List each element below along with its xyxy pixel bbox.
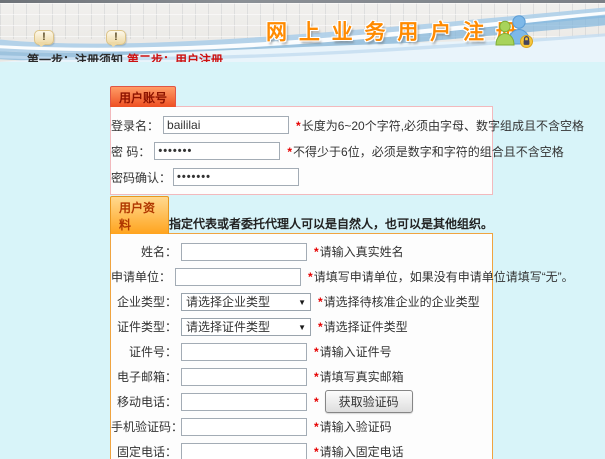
user-profile-panel: 姓名： *请输入真实姓名 申请单位： *请填写申请单位，如果没有申请单位请填写“… (110, 233, 493, 459)
required-star: * (318, 320, 323, 334)
sms-code-hint: *请输入验证码 (314, 418, 392, 435)
password-confirm-label: 密码确认： (111, 169, 169, 186)
landline-input[interactable] (181, 443, 307, 459)
hint-text: 请填写申请单位，如果没有申请单位请填写“无”。 (314, 270, 574, 284)
required-star: * (314, 445, 319, 459)
apply-unit-input[interactable] (175, 268, 301, 286)
alert-bubble-icon: ! (34, 30, 54, 45)
lock-badge-icon (521, 36, 533, 48)
name-hint: *请输入真实姓名 (314, 243, 404, 260)
name-input[interactable] (181, 243, 307, 261)
sms-code-row: 手机验证码： *请输入验证码 (111, 414, 492, 439)
step-1-registration-notice[interactable]: 第一步：注册须知 (27, 51, 123, 62)
certificate-number-input[interactable] (181, 343, 307, 361)
get-verification-code-button[interactable]: 获取验证码 (325, 390, 413, 413)
step-2-user-registration[interactable]: 第二步：用户注册 (127, 51, 223, 62)
enterprise-type-hint: *请选择待核准企业的企业类型 (318, 293, 480, 310)
certificate-type-row: 证件类型： 请选择证件类型 ▼ *请选择证件类型 (111, 314, 492, 339)
mobile-phone-row: 移动电话： * 获取验证码 (111, 389, 492, 414)
required-star: * (308, 270, 313, 284)
apply-unit-row: 申请单位： *请填写申请单位，如果没有申请单位请填写“无”。 (111, 264, 492, 289)
mobile-phone-input[interactable] (181, 393, 307, 411)
required-star: * (314, 420, 319, 434)
page-title: 网 上 业 务 用 户 注 册 (266, 16, 520, 46)
chevron-down-icon: ▼ (298, 298, 306, 308)
password-confirm-input[interactable] (173, 168, 299, 186)
enterprise-type-select[interactable]: 请选择企业类型 ▼ (181, 293, 311, 311)
required-star: * (314, 345, 319, 359)
password-row: 密 码： *不得少于6位，必须是数字和字符的组合且不含空格 (111, 138, 492, 164)
certificate-type-label: 证件类型： (111, 318, 177, 335)
required-star: * (314, 245, 319, 259)
certificate-type-select[interactable]: 请选择证件类型 ▼ (181, 318, 311, 336)
header: 网 上 业 务 用 户 注 册 ! ! 第一步：注册须知 第二步：用户注册 (0, 3, 605, 62)
required-star: * (296, 119, 301, 133)
login-name-label: 登录名： (111, 117, 159, 134)
name-label: 姓名： (111, 243, 177, 260)
required-star: * (318, 295, 323, 309)
profile-section-note: 指定代表或者委托代理人可以是自然人，也可以是其他组织。 (169, 215, 493, 234)
user-account-section: 用户账号 登录名： *长度为6~20个字符,必须由字母、数字组成且不含空格 密 … (110, 86, 493, 195)
hint-text: 请输入验证码 (320, 420, 392, 434)
enterprise-type-row: 企业类型： 请选择企业类型 ▼ *请选择待核准企业的企业类型 (111, 289, 492, 314)
required-star: * (314, 370, 319, 384)
select-value: 请选择企业类型 (186, 293, 270, 310)
sms-code-input[interactable] (181, 418, 307, 436)
hint-text: 不得少于6位，必须是数字和字符的组合且不含空格 (293, 145, 564, 159)
tab-user-account: 用户账号 (110, 86, 176, 107)
certificate-number-hint: *请输入证件号 (314, 343, 392, 360)
user-profile-section: 用户资料 指定代表或者委托代理人可以是自然人，也可以是其他组织。 姓名： *请输… (110, 196, 493, 459)
email-row: 电子邮箱： *请填写真实邮箱 (111, 364, 492, 389)
sms-code-label: 手机验证码： (111, 418, 177, 435)
chevron-down-icon: ▼ (298, 323, 306, 333)
user-account-panel: 登录名： *长度为6~20个字符,必须由字母、数字组成且不含空格 密 码： *不… (110, 106, 493, 195)
landline-row: 固定电话： *请输入固定电话 (111, 439, 492, 459)
email-hint: *请填写真实邮箱 (314, 368, 404, 385)
email-label: 电子邮箱： (111, 368, 177, 385)
page: 网 上 业 务 用 户 注 册 ! ! 第一步：注册须知 第二步：用户注册 用户… (0, 0, 605, 459)
hint-text: 请输入真实姓名 (320, 245, 404, 259)
apply-unit-hint: *请填写申请单位，如果没有申请单位请填写“无”。 (308, 268, 574, 285)
alert-bubble-icon: ! (106, 30, 126, 45)
certificate-number-label: 证件号： (111, 343, 177, 360)
required-star: * (287, 145, 292, 159)
hint-text: 请选择证件类型 (324, 320, 408, 334)
mobile-phone-required: * (314, 395, 320, 409)
profile-tab-row: 用户资料 指定代表或者委托代理人可以是自然人，也可以是其他组织。 (110, 196, 493, 234)
certificate-number-row: 证件号： *请输入证件号 (111, 339, 492, 364)
certificate-type-hint: *请选择证件类型 (318, 318, 408, 335)
select-value: 请选择证件类型 (186, 318, 270, 335)
hint-text: 请输入固定电话 (320, 445, 404, 459)
password-hint: *不得少于6位，必须是数字和字符的组合且不含空格 (287, 143, 563, 160)
hint-text: 请选择待核准企业的企业类型 (324, 295, 480, 309)
hint-text: 请输入证件号 (320, 345, 392, 359)
landline-label: 固定电话： (111, 443, 177, 459)
mobile-phone-label: 移动电话： (111, 393, 177, 410)
hint-text: 请填写真实邮箱 (320, 370, 404, 384)
required-star: * (314, 395, 319, 409)
password-input[interactable] (154, 142, 280, 160)
login-name-hint: *长度为6~20个字符,必须由字母、数字组成且不含空格 (296, 117, 584, 134)
email-input[interactable] (181, 368, 307, 386)
password-confirm-row: 密码确认： (111, 164, 492, 190)
users-icon (492, 13, 534, 49)
enterprise-type-label: 企业类型： (111, 293, 177, 310)
apply-unit-label: 申请单位： (111, 268, 171, 285)
hint-text: 长度为6~20个字符,必须由字母、数字组成且不含空格 (302, 119, 584, 133)
landline-hint: *请输入固定电话 (314, 443, 404, 459)
login-name-input[interactable] (163, 116, 289, 134)
login-name-row: 登录名： *长度为6~20个字符,必须由字母、数字组成且不含空格 (111, 112, 492, 138)
password-label: 密 码： (111, 143, 150, 160)
name-row: 姓名： *请输入真实姓名 (111, 239, 492, 264)
tab-user-profile: 用户资料 (110, 196, 169, 234)
